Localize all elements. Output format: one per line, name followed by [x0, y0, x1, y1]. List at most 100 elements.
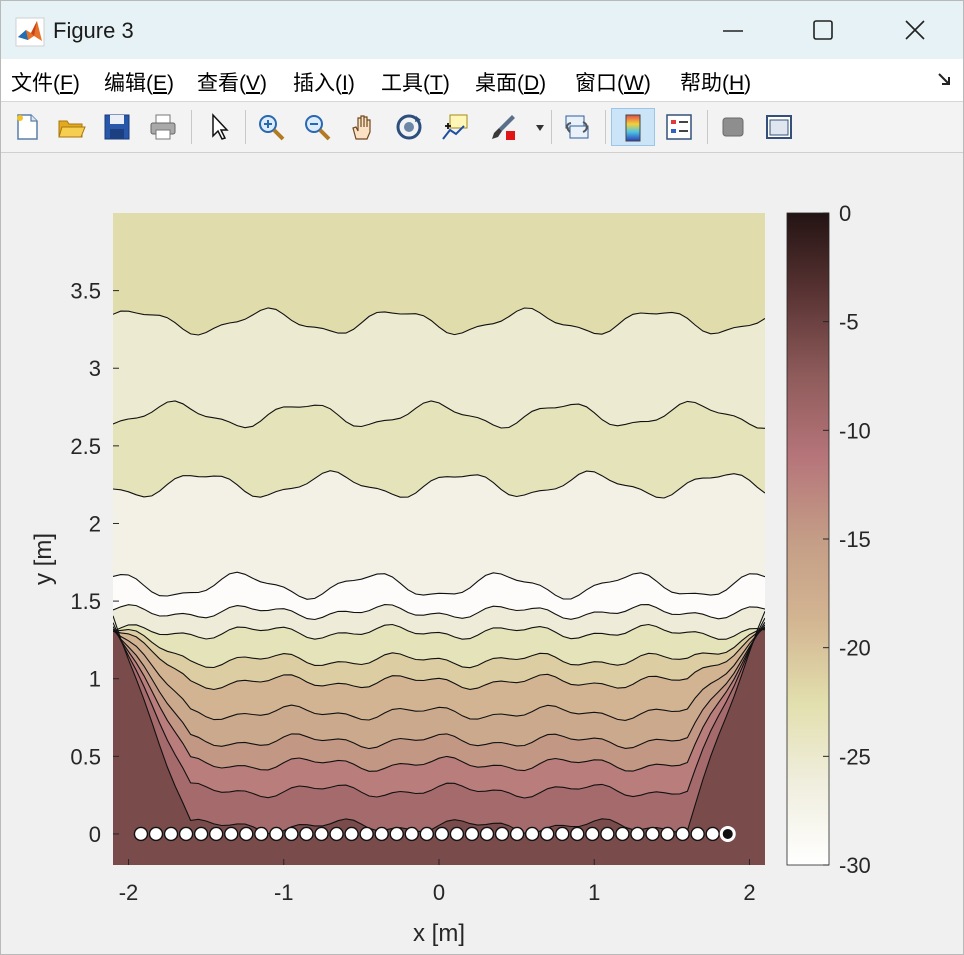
title-bar: Figure 3 [1, 1, 963, 59]
hide-tools-button[interactable] [715, 108, 751, 146]
colorbar-icon [625, 114, 641, 142]
menu-help[interactable]: 帮助(H) [680, 67, 751, 97]
menu-tools[interactable]: 工具(T) [381, 67, 450, 97]
array-element-marker [570, 826, 585, 842]
array-element-marker [344, 826, 359, 842]
show-tools-icon [766, 115, 792, 139]
array-element-marker [494, 826, 510, 842]
y-tick-label: 3.5 [70, 279, 101, 304]
array-element-marker [284, 826, 299, 842]
select-button[interactable] [201, 108, 237, 146]
matlab-logo-icon [15, 17, 45, 47]
dock-arrow-icon[interactable] [937, 71, 953, 87]
toolbar-separator [707, 110, 708, 144]
figure-window: Figure 3 文件(F) 编辑(E) 查看(V) 插入(I) 工具(T) 桌… [0, 0, 964, 955]
y-tick-label: 3 [89, 356, 101, 381]
array-element-marker [314, 826, 329, 842]
array-element-marker [464, 826, 480, 842]
colorbar[interactable] [786, 212, 830, 866]
window-title: Figure 3 [53, 18, 134, 43]
zoom-out-icon [305, 115, 331, 141]
contour-plot[interactable]: -2 -1 0 1 200.511.522.533.5 x [m] y [m] 0-5-… [1, 153, 963, 954]
save-button[interactable] [99, 108, 135, 146]
rotate-3d-icon [396, 114, 422, 140]
toolbar [1, 102, 963, 153]
brush-icon [492, 115, 515, 140]
menu-window[interactable]: 窗口(W) [575, 67, 651, 97]
colorbar-button[interactable] [611, 108, 655, 146]
y-tick-label: 0 [89, 822, 101, 847]
array-element-marker [148, 826, 164, 842]
legend-button[interactable] [661, 108, 697, 146]
array-element-marker [660, 826, 675, 842]
colorbar-tick-label: -5 [839, 310, 859, 335]
x-tick-label: 1 [588, 880, 600, 905]
array-element-marker [479, 826, 495, 842]
brush-dropdown-icon[interactable] [535, 124, 545, 132]
figure-canvas: -2 -1 0 1 2 0 0.5 1 1.5 2 2.5 3 3.5 x [m] y [m] 0 -5-… [1, 153, 963, 954]
link-plot-button[interactable] [559, 108, 595, 146]
zoom-in-button[interactable] [253, 108, 289, 146]
array-element-marker [719, 825, 736, 842]
y-tick-label: 1.5 [70, 589, 101, 614]
array-element-marker [705, 826, 720, 842]
zoom-out-button[interactable] [299, 108, 335, 146]
array-element-marker [630, 826, 645, 842]
array-element-marker [539, 826, 555, 842]
new-figure-button[interactable] [9, 108, 45, 146]
array-element-marker [374, 826, 389, 842]
pan-button[interactable] [345, 108, 381, 146]
brush-button[interactable] [485, 108, 521, 146]
rotate-3d-button[interactable] [391, 108, 427, 146]
colorbar-tick-label: 0 [839, 201, 851, 226]
save-icon [104, 114, 130, 140]
array-element-marker [585, 826, 600, 842]
array-element-marker [163, 826, 179, 842]
x-tick-label: -1 [274, 880, 294, 905]
legend-icon [666, 114, 692, 140]
minimize-icon [723, 30, 743, 32]
y-tick-label: 2.5 [70, 434, 101, 459]
y-axis-label: y [m] [30, 533, 57, 585]
colorbar-ticks: 0 -5 -10 -15 -20 -25 -30 [823, 201, 871, 878]
array-element-marker [600, 826, 615, 842]
array-element-marker [224, 826, 239, 842]
pan-hand-icon [352, 115, 371, 140]
open-file-button[interactable] [53, 108, 89, 146]
close-button[interactable] [869, 1, 961, 59]
maximize-button[interactable] [777, 1, 869, 59]
array-element-marker [269, 826, 284, 842]
array-element-marker [524, 826, 540, 842]
x-tick-label: 2 [743, 880, 755, 905]
y-tick-label: 2 [89, 511, 101, 536]
array-element-marker [449, 826, 465, 842]
array-element-marker [389, 826, 404, 842]
menu-edit[interactable]: 编辑(E) [104, 67, 174, 97]
show-tools-button[interactable] [761, 108, 797, 146]
menu-view[interactable]: 查看(V) [197, 67, 267, 97]
array-element-marker [419, 826, 435, 842]
link-plot-icon [565, 115, 589, 139]
toolbar-separator [245, 110, 246, 144]
array-element-marker [555, 826, 570, 842]
data-cursor-icon [442, 114, 468, 140]
menu-insert[interactable]: 插入(I) [293, 67, 355, 97]
array-element-marker [299, 826, 314, 842]
array-element-marker [208, 826, 224, 842]
contour-fills [113, 213, 765, 865]
menu-desktop[interactable]: 桌面(D) [475, 67, 546, 97]
data-cursor-button[interactable] [437, 108, 473, 146]
x-axis-label: x [m] [413, 920, 465, 947]
menu-bar: 文件(F) 编辑(E) 查看(V) 插入(I) 工具(T) 桌面(D) 窗口(W… [1, 59, 963, 102]
array-element-marker [359, 826, 374, 842]
minimize-button[interactable] [687, 1, 779, 59]
toolbar-separator [605, 110, 606, 144]
print-button[interactable] [145, 108, 181, 146]
array-element-marker [615, 826, 630, 842]
array-element-marker [690, 826, 705, 842]
zoom-in-icon [259, 115, 285, 141]
y-tick-label: 0.5 [70, 744, 101, 769]
array-element-marker [329, 826, 344, 842]
colorbar-tick-label: -15 [839, 527, 871, 552]
menu-file[interactable]: 文件(F) [11, 67, 80, 97]
